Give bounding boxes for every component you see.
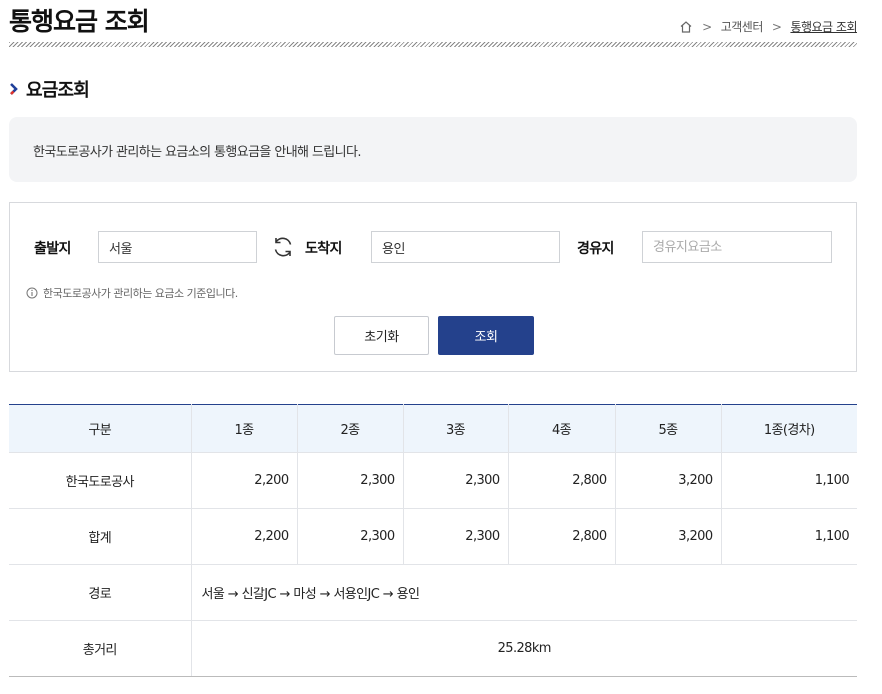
header-class3: 3종: [402, 404, 508, 453]
distance-value: 25.28km: [190, 620, 857, 677]
fee-cell: 2,200: [190, 452, 297, 509]
via-label: 경유지: [577, 241, 614, 257]
fee-cell: 2,300: [296, 508, 403, 565]
route-label: 경로: [9, 564, 191, 621]
departure-label: 출발지: [34, 241, 71, 257]
title-divider: [9, 42, 857, 47]
fee-cell: 1,100: [720, 452, 857, 509]
fee-cell: 2,300: [402, 452, 508, 509]
breadcrumb-current[interactable]: 통행요금 조회: [790, 18, 857, 35]
notice-text: 한국도로공사가 관리하는 요금소의 통행요금을 안내해 드립니다.: [33, 145, 362, 160]
table-row: 경로 서울 → 신갈JC → 마성 → 서용인JC → 용인: [9, 564, 857, 621]
arrival-input[interactable]: [371, 231, 560, 263]
chevron-right-icon: [10, 83, 18, 95]
table-row: 합계 2,200 2,300 2,300 2,800 3,200 1,100: [9, 508, 857, 565]
toll-table: 구분 1종 2종 3종 4종 5종 1종(경차) 한국도로공사 2,200 2,…: [9, 404, 857, 677]
header-class4: 4종: [507, 404, 615, 453]
arrival-label: 도착지: [305, 241, 342, 257]
notice-box: 한국도로공사가 관리하는 요금소의 통행요금을 안내해 드립니다.: [9, 117, 857, 182]
header-class1: 1종: [190, 404, 297, 453]
header-class1-light: 1종(경차): [720, 404, 857, 453]
table-row: 한국도로공사 2,200 2,300 2,300 2,800 3,200 1,1…: [9, 452, 857, 509]
table-header-row: 구분 1종 2종 3종 4종 5종 1종(경차): [9, 404, 857, 453]
page-title: 통행요금 조회: [9, 7, 150, 36]
hint-text: 한국도로공사가 관리하는 요금소 기준입니다.: [43, 287, 238, 300]
distance-label: 총거리: [9, 620, 191, 677]
fee-cell: 1,100: [720, 508, 857, 565]
hint: 한국도로공사가 관리하는 요금소 기준입니다.: [26, 285, 238, 301]
section-title-label: 요금조회: [26, 80, 90, 101]
header-class2: 2종: [296, 404, 403, 453]
info-icon: [26, 287, 38, 299]
breadcrumb-level1[interactable]: 고객센터: [721, 18, 764, 35]
search-button[interactable]: 조회: [438, 316, 534, 355]
fee-cell: 2,200: [190, 508, 297, 565]
row-label: 한국도로공사: [9, 452, 191, 509]
header-category: 구분: [88, 423, 112, 438]
swap-icon[interactable]: [271, 235, 295, 259]
reset-button[interactable]: 초기화: [334, 316, 429, 355]
chevron-right-icon: >: [771, 19, 782, 34]
chevron-right-icon: >: [702, 19, 712, 34]
breadcrumb: > 고객센터 > 통행요금 조회: [679, 18, 857, 35]
row-label: 합계: [9, 508, 191, 565]
route-value: 서울 → 신갈JC → 마성 → 서용인JC → 용인: [190, 564, 857, 621]
fee-cell: 2,300: [402, 508, 508, 565]
fee-cell: 3,200: [614, 452, 721, 509]
section-title: 요금조회: [9, 76, 90, 102]
table-row: 총거리 25.28km: [9, 620, 857, 677]
header-class5: 5종: [614, 404, 721, 453]
search-form: 출발지 도착지 경유지 한국도로공사가 관리하는 요금소 기준입니다. 초기화 …: [9, 202, 857, 372]
home-icon[interactable]: [679, 20, 693, 34]
fee-cell: 3,200: [614, 508, 721, 565]
fee-cell: 2,800: [507, 508, 615, 565]
departure-input[interactable]: [98, 231, 257, 263]
fee-cell: 2,300: [296, 452, 403, 509]
fee-cell: 2,800: [507, 452, 615, 509]
via-input[interactable]: [642, 231, 832, 263]
